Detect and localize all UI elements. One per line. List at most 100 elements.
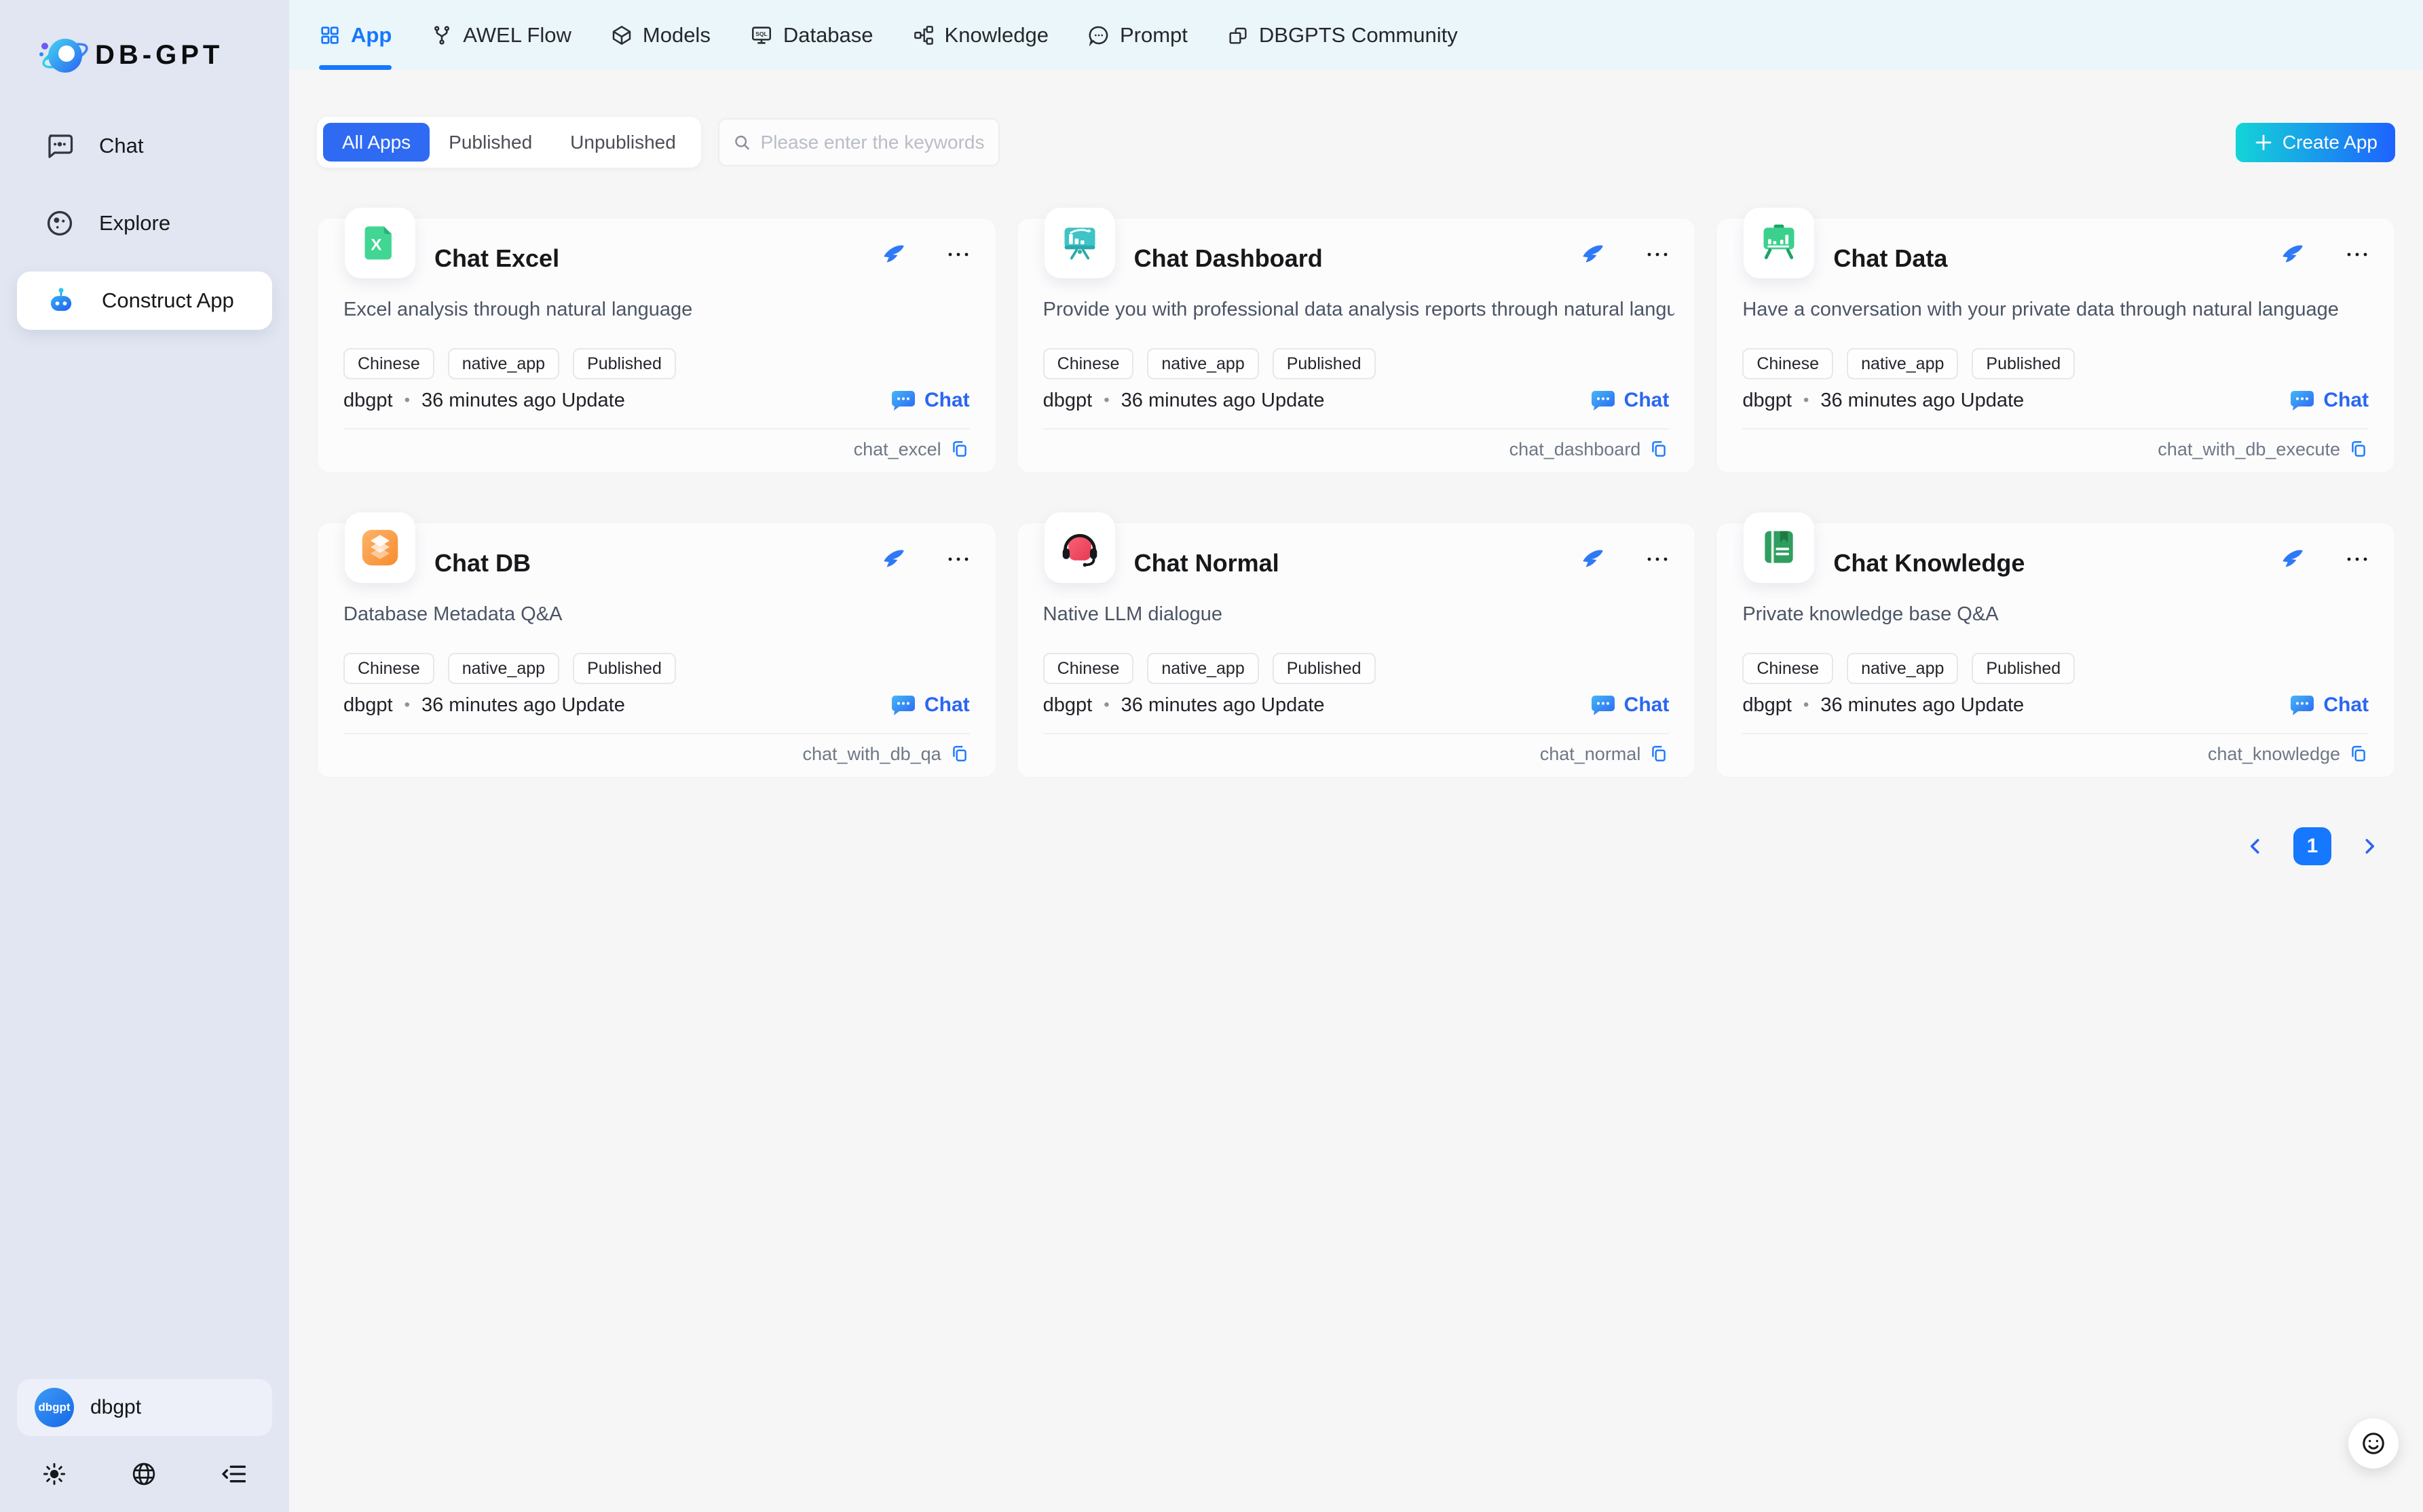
- chat-button[interactable]: Chat: [1590, 389, 1670, 412]
- tag-chip: Published: [573, 348, 676, 379]
- more-menu-icon[interactable]: [2346, 555, 2369, 563]
- more-menu-icon[interactable]: [2346, 250, 2369, 259]
- chevron-left-icon: [2243, 834, 2268, 858]
- tab-dbgpts-community[interactable]: DBGPTS Community: [1227, 0, 1458, 70]
- sidebar-item-chat[interactable]: Chat: [17, 117, 272, 175]
- nodes-icon: [913, 24, 935, 46]
- sidebar-item-explore[interactable]: Explore: [17, 194, 272, 252]
- app-card-title: Chat DB: [434, 549, 531, 578]
- knowledge-book-icon: [1759, 527, 1799, 568]
- tag-list: Chinese native_app Published: [1742, 653, 2075, 684]
- grid-icon: [319, 24, 341, 46]
- tag-chip: native_app: [1847, 348, 1958, 379]
- card-actions: [2279, 242, 2369, 267]
- card-code: chat_knowledge: [2208, 742, 2369, 766]
- updated-text: 36 minutes ago Update: [1820, 390, 2024, 412]
- chat-button-label: Chat: [2323, 694, 2369, 717]
- card-code: chat_with_db_qa: [802, 742, 969, 766]
- app-card-chat-db[interactable]: Chat DB Database Metadata Q&A Chinese na…: [317, 523, 996, 778]
- search-input[interactable]: [761, 132, 985, 153]
- card-actions: [1579, 546, 1669, 572]
- next-page-button[interactable]: [2357, 834, 2382, 858]
- share-bird-icon[interactable]: [2279, 546, 2305, 572]
- data-easel-icon: [1759, 223, 1799, 263]
- share-bird-icon[interactable]: [1579, 242, 1605, 267]
- app-card-chat-data[interactable]: Chat Data Have a conversation with your …: [1716, 218, 2395, 473]
- chat-bubble-icon: [2289, 390, 2315, 411]
- chat-button[interactable]: Chat: [890, 694, 970, 717]
- app-icon-tile: [1744, 208, 1814, 278]
- tag-chip: native_app: [448, 348, 559, 379]
- tab-models[interactable]: Models: [611, 0, 711, 70]
- copy-icon[interactable]: [1649, 744, 1669, 764]
- share-bird-icon[interactable]: [880, 242, 906, 267]
- svg-text:SQL: SQL: [755, 30, 767, 37]
- app-code: chat_normal: [1540, 744, 1641, 765]
- app-icon-tile: [1045, 208, 1115, 278]
- app-icon-tile: [345, 512, 415, 583]
- more-menu-icon[interactable]: [1646, 555, 1669, 563]
- share-bird-icon[interactable]: [1579, 546, 1605, 572]
- collapse-menu-icon[interactable]: [221, 1461, 247, 1487]
- toolbar: All Apps Published Unpublished Create Ap…: [317, 117, 2395, 168]
- theme-sun-icon[interactable]: [42, 1462, 67, 1486]
- app-card-chat-normal[interactable]: Chat Normal Native LLM dialogue Chinese …: [1017, 523, 1696, 778]
- create-app-label: Create App: [2283, 132, 2378, 153]
- more-menu-icon[interactable]: [947, 250, 970, 259]
- share-bird-icon[interactable]: [880, 546, 906, 572]
- chat-button[interactable]: Chat: [890, 389, 970, 412]
- copy-icon[interactable]: [1649, 439, 1669, 459]
- feedback-fab-button[interactable]: [2348, 1418, 2399, 1469]
- more-menu-icon[interactable]: [947, 555, 970, 563]
- chat-button-label: Chat: [924, 694, 970, 717]
- tab-label: Database: [783, 23, 874, 48]
- message-icon: [1088, 24, 1110, 46]
- meta-separator: •: [1104, 391, 1109, 410]
- chat-button-label: Chat: [924, 389, 970, 412]
- tab-prompt[interactable]: Prompt: [1088, 0, 1188, 70]
- language-globe-icon[interactable]: [131, 1461, 157, 1487]
- db-stack-icon: [360, 527, 400, 568]
- create-app-button[interactable]: Create App: [2236, 123, 2395, 162]
- fork-icon: [431, 24, 453, 46]
- chat-button[interactable]: Chat: [2289, 694, 2369, 717]
- app-code: chat_dashboard: [1509, 439, 1641, 460]
- db-gpt-planet-icon: [38, 31, 88, 79]
- filter-published[interactable]: Published: [430, 123, 551, 162]
- copy-icon[interactable]: [2348, 744, 2369, 764]
- card-meta: dbgpt • 36 minutes ago Update Chat: [343, 387, 970, 414]
- sidebar-item-construct-app[interactable]: Construct App: [17, 271, 272, 330]
- filter-unpublished[interactable]: Unpublished: [551, 123, 695, 162]
- chat-button[interactable]: Chat: [2289, 389, 2369, 412]
- dashboard-board-icon: [1059, 223, 1100, 263]
- card-divider: [343, 428, 970, 430]
- tab-knowledge[interactable]: Knowledge: [913, 0, 1049, 70]
- tab-database[interactable]: SQL Database: [750, 0, 874, 70]
- card-code: chat_normal: [1540, 742, 1670, 766]
- app-card-chat-dashboard[interactable]: Chat Dashboard Provide you with professi…: [1017, 218, 1696, 473]
- share-bird-icon[interactable]: [2279, 242, 2305, 267]
- tab-app[interactable]: App: [319, 0, 392, 70]
- app-card-chat-excel[interactable]: X Chat Excel Excel analysis through natu…: [317, 218, 996, 473]
- chat-button[interactable]: Chat: [1590, 694, 1670, 717]
- page-number-current[interactable]: 1: [2293, 827, 2331, 865]
- copy-icon[interactable]: [950, 744, 970, 764]
- tab-awel-flow[interactable]: AWEL Flow: [431, 0, 571, 70]
- previous-page-button[interactable]: [2243, 834, 2268, 858]
- app-card-chat-knowledge[interactable]: Chat Knowledge Private knowledge base Q&…: [1716, 523, 2395, 778]
- filter-all-apps[interactable]: All Apps: [323, 123, 430, 162]
- chat-bubble-icon: [890, 694, 916, 716]
- sidebar-item-label: Explore: [99, 211, 170, 235]
- excel-file-icon: X: [360, 223, 400, 263]
- tag-chip: Chinese: [1043, 348, 1134, 379]
- more-menu-icon[interactable]: [1646, 250, 1669, 259]
- user-profile[interactable]: dbgpt dbgpt: [17, 1379, 272, 1436]
- copy-icon[interactable]: [950, 439, 970, 459]
- app-card-title: Chat Dashboard: [1134, 244, 1323, 273]
- app-card-description: Have a conversation with your private da…: [1742, 299, 2374, 321]
- owner-name: dbgpt: [343, 390, 393, 412]
- tag-list: Chinese native_app Published: [1043, 348, 1376, 379]
- app-code: chat_excel: [854, 439, 941, 460]
- copy-icon[interactable]: [2348, 439, 2369, 459]
- smiley-icon: [2361, 1431, 2386, 1456]
